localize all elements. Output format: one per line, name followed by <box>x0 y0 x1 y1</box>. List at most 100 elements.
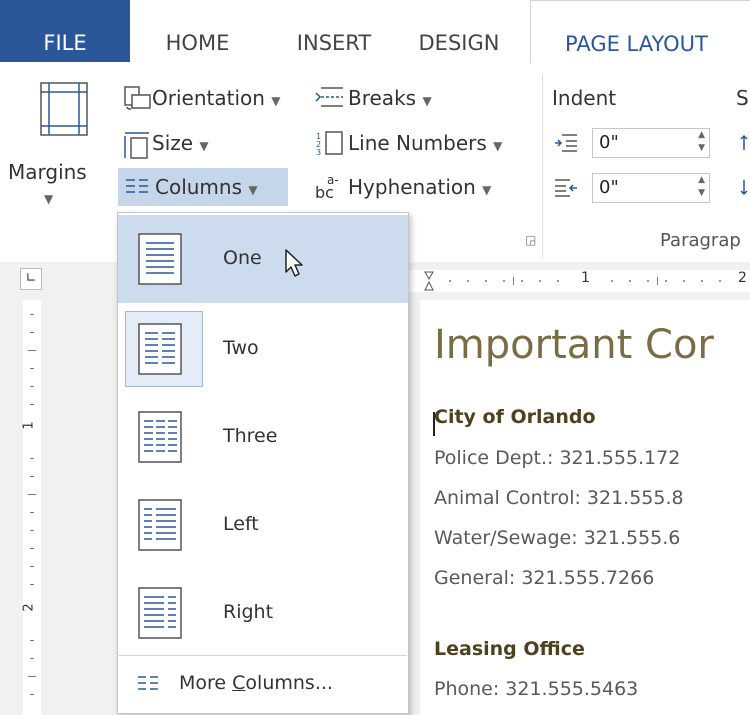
document-line: Water/Sewage: 321.555.6 <box>434 527 681 549</box>
ruler-tick <box>30 458 34 459</box>
margins-label: Margins <box>8 160 87 184</box>
ruler-tick <box>28 494 36 495</box>
line-numbers-label: Line Numbers <box>348 131 487 155</box>
columns-icon <box>126 179 148 193</box>
orientation-caret-icon: ▼ <box>271 94 281 108</box>
tab-home[interactable]: HOME <box>135 0 260 62</box>
indent-right-input[interactable]: 0" ▲ ▼ <box>592 173 710 203</box>
size-button[interactable]: Size ▼ <box>152 131 209 155</box>
columns-caret-icon: ▼ <box>248 183 258 197</box>
two-columns-icon <box>138 323 182 375</box>
hyphenation-icon: a- bc <box>315 173 339 201</box>
ruler-tick <box>30 566 34 567</box>
ruler-number-v1: 1 <box>21 421 37 430</box>
indent-left-value: 0" <box>599 132 619 153</box>
line-numbers-caret-icon: ▼ <box>493 139 503 153</box>
ruler-tick <box>30 530 34 531</box>
mouse-pointer-icon <box>285 249 303 277</box>
tab-design[interactable]: DESIGN <box>400 0 518 62</box>
ruler-number-1: 1 <box>581 270 590 286</box>
columns-label-wrap: Columns ▼ <box>155 175 258 199</box>
vertical-ruler-background <box>0 300 120 715</box>
orientation-button[interactable]: Orientation ▼ <box>152 86 281 110</box>
section-heading: Leasing Office <box>434 638 585 660</box>
line-numbers-button[interactable]: Line Numbers ▼ <box>348 131 502 155</box>
ruler-tick <box>30 640 34 641</box>
more-columns-label: More Columns... <box>179 672 333 694</box>
size-icon <box>124 132 149 159</box>
three-columns-icon <box>138 411 182 463</box>
size-label: Size <box>152 131 194 155</box>
hyphenation-label: Hyphenation <box>348 175 476 199</box>
columns-option-label: Three <box>223 425 278 447</box>
columns-option-label: Right <box>223 601 274 623</box>
indent-right-spinner-icon[interactable]: ▲ ▼ <box>698 174 705 200</box>
tab-page-layout[interactable]: PAGE LAYOUT <box>530 0 750 63</box>
ruler-ticks <box>424 271 721 291</box>
columns-option-one[interactable]: One <box>118 215 408 303</box>
ruler-tick <box>30 332 34 333</box>
ruler-tick <box>30 658 34 659</box>
breaks-caret-icon: ▼ <box>422 94 432 108</box>
ruler-tick <box>30 314 34 315</box>
svg-text:bc: bc <box>315 183 334 201</box>
document-line: Phone: 321.555.5463 <box>434 678 639 700</box>
margins-caret-icon: ▼ <box>44 192 54 206</box>
ruler-tick <box>30 584 34 585</box>
hyphenation-button[interactable]: Hyphenation ▼ <box>348 175 491 199</box>
more-columns-icon <box>138 676 158 690</box>
ruler-tick <box>30 512 34 513</box>
breaks-icon <box>315 87 343 107</box>
left-column-icon <box>138 499 182 551</box>
indent-label: Indent <box>552 86 617 110</box>
document-title: Important Cor <box>434 322 714 368</box>
tab-file[interactable]: FILE <box>0 0 130 62</box>
vertical-ruler[interactable]: 1 2 <box>21 300 41 715</box>
columns-option-label: Left <box>223 513 259 535</box>
hyphenation-caret-icon: ▼ <box>482 183 492 197</box>
indent-right-icon <box>555 179 577 197</box>
columns-option-right[interactable]: Right <box>118 569 408 657</box>
ruler-tick <box>28 350 36 351</box>
breaks-button[interactable]: Breaks ▼ <box>348 86 432 110</box>
ruler-tick <box>30 476 34 477</box>
ruler-number-v2: 2 <box>21 603 37 612</box>
right-column-icon <box>138 587 182 639</box>
columns-option-left[interactable]: Left <box>118 481 408 569</box>
tab-insert[interactable]: INSERT <box>278 0 390 62</box>
section-heading: City of Orlando <box>434 406 596 428</box>
svg-text:3: 3 <box>316 148 321 156</box>
indent-right-value: 0" <box>599 177 619 198</box>
columns-label: Columns <box>155 175 243 199</box>
indent-left-spinner-icon[interactable]: ▲ ▼ <box>698 129 705 155</box>
columns-option-three[interactable]: Three <box>118 393 408 481</box>
ruler-tick <box>30 404 34 405</box>
spacing-icons <box>740 134 748 196</box>
spacing-label: S <box>736 86 749 110</box>
more-columns-item[interactable]: More Columns... <box>117 660 407 710</box>
indent-left-input[interactable]: 0" ▲ ▼ <box>592 128 710 158</box>
page-setup-dialog-launcher-icon[interactable]: ◲ <box>525 233 536 247</box>
size-caret-icon: ▼ <box>199 139 209 153</box>
breaks-label: Breaks <box>348 86 417 110</box>
margins-icon <box>40 82 88 136</box>
horizontal-ruler[interactable]: 1 2 <box>405 270 750 292</box>
menu-separator <box>117 655 407 656</box>
columns-option-two[interactable]: Two <box>118 305 408 393</box>
ruler-tick <box>30 548 34 549</box>
ruler-tick <box>30 694 34 695</box>
orientation-label: Orientation <box>152 86 265 110</box>
one-column-icon <box>138 233 182 285</box>
ribbon-group-separator <box>542 74 543 258</box>
columns-option-label: Two <box>223 337 259 359</box>
ruler-number-2: 2 <box>738 270 747 286</box>
line-numbers-icon: 1 2 3 <box>316 131 343 156</box>
tab-page-layout-label: PAGE LAYOUT <box>565 32 708 56</box>
orientation-icon <box>124 86 151 110</box>
tab-selector-icon[interactable]: ∟ <box>20 268 42 290</box>
ruler-tick <box>30 386 34 387</box>
indent-left-icon <box>555 134 577 152</box>
columns-option-label: One <box>223 247 262 269</box>
document-line: Police Dept.: 321.555.172 <box>434 447 681 469</box>
columns-dropdown-menu: One Two Three Left Right <box>117 212 409 714</box>
